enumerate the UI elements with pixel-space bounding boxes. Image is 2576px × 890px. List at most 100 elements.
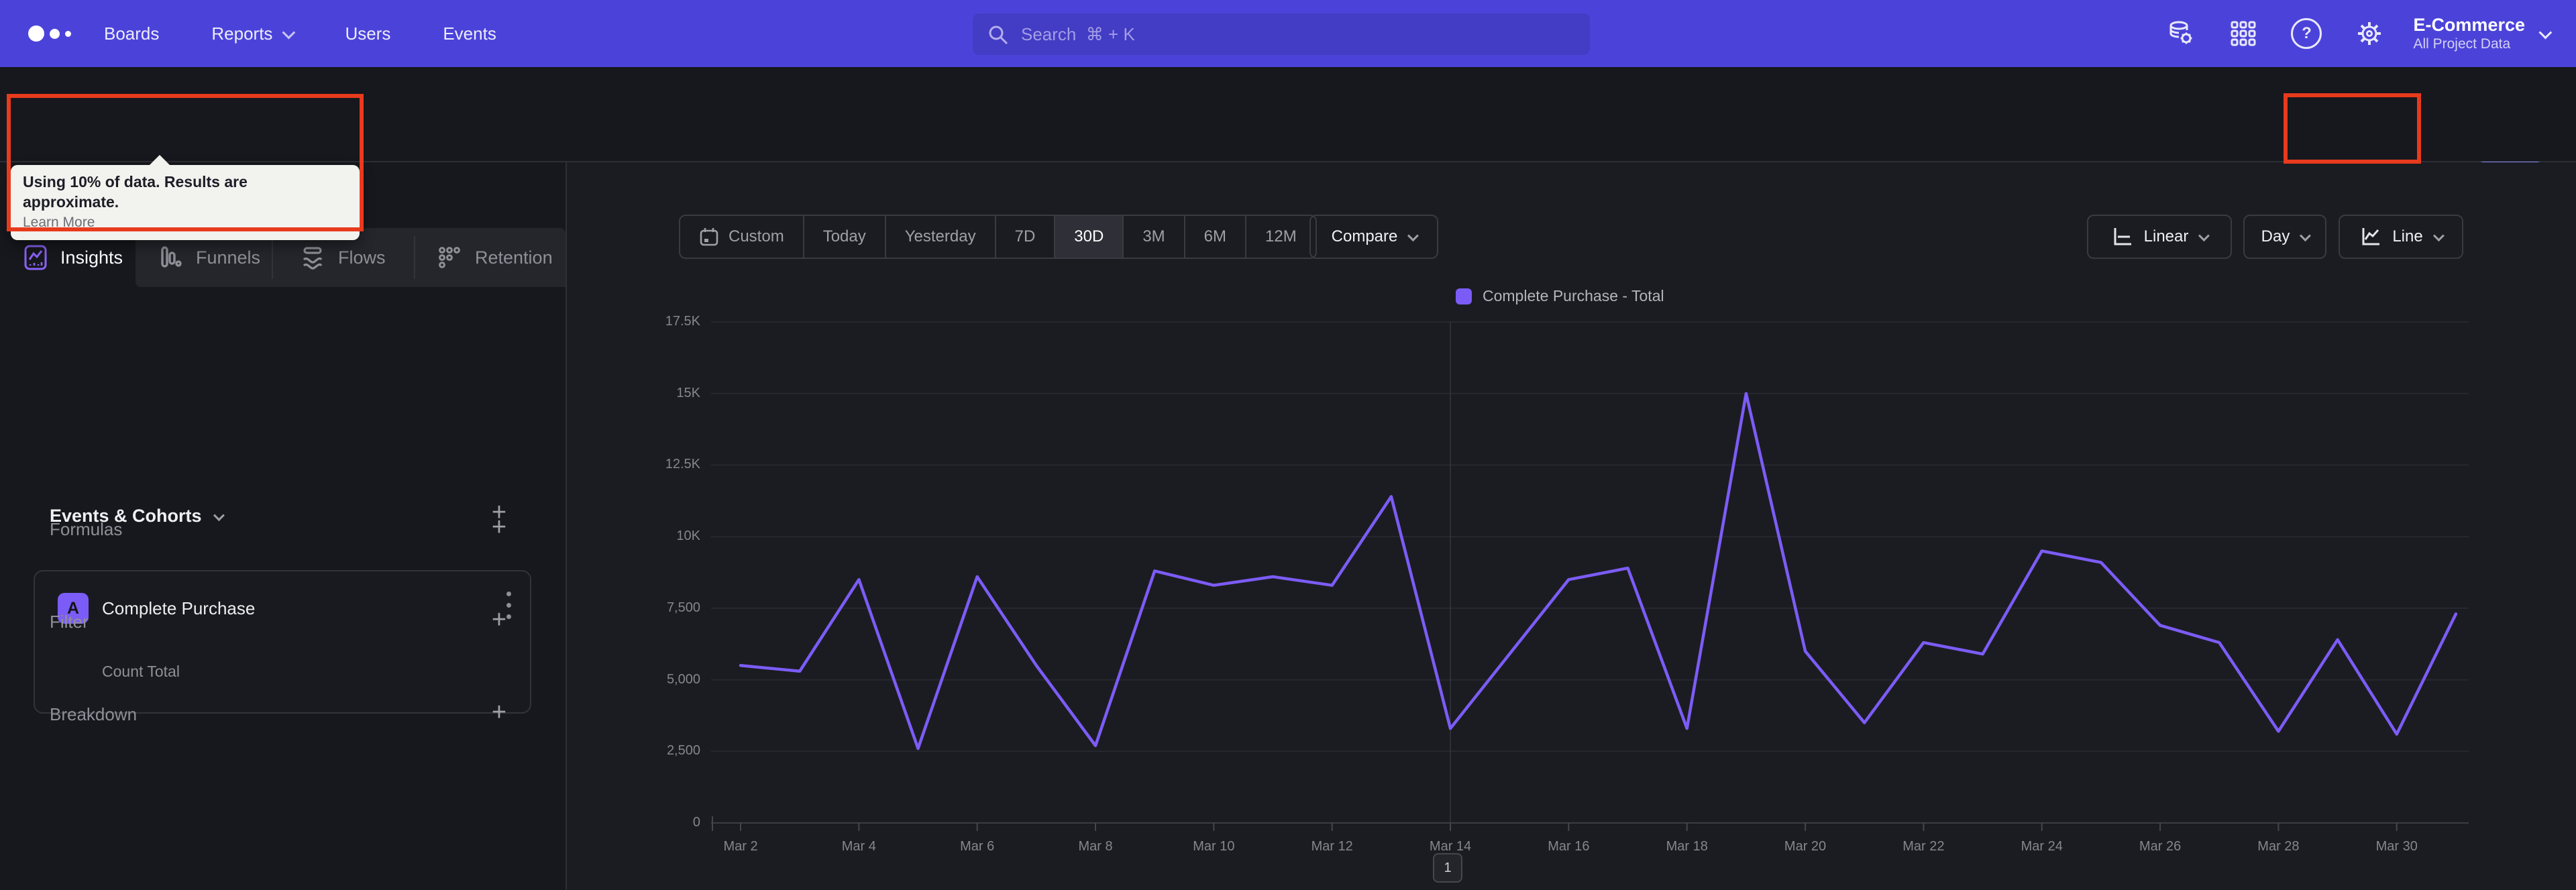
tab-retention[interactable]: Retention [437, 228, 553, 287]
section-label: Formulas [50, 519, 123, 539]
flows-icon [303, 247, 323, 270]
add-filter-button[interactable]: + [484, 605, 514, 634]
section-filter: Filter + [0, 602, 566, 643]
chart-type-selector[interactable]: Line [2339, 215, 2463, 259]
report-toolbar: Untitled Sampled + Add description... Sa… [0, 67, 2576, 207]
query-sidebar: Insights Funnels Flows Retention Events … [0, 162, 566, 890]
range-label: 6M [1203, 227, 1226, 245]
section-label: Breakdown [50, 704, 138, 724]
pagination-page-1[interactable]: 1 [1433, 853, 1462, 883]
tab-label: Funnels [196, 247, 261, 268]
project-switcher[interactable]: E-Commerce All Project Data [2413, 14, 2553, 53]
nav-item-label: Users [345, 23, 391, 44]
add-breakdown-button[interactable]: + [484, 698, 514, 727]
range-label: Today [822, 227, 866, 245]
mixpanel-logo-icon[interactable] [28, 0, 71, 67]
y-tick-label: 5,000 [666, 671, 700, 687]
sampling-tooltip: Using 10% of data. Results are approxima… [11, 155, 360, 240]
chevron-down-icon [2198, 230, 2210, 242]
range-today[interactable]: Today [804, 216, 886, 258]
retention-icon [439, 247, 460, 268]
scale-selector[interactable]: Linear [2087, 215, 2232, 259]
y-tick-label: 0 [692, 815, 700, 830]
apps-grid-icon[interactable] [2212, 0, 2275, 67]
calendar-icon [700, 228, 718, 246]
project-scope: All Project Data [2413, 36, 2511, 52]
event-metric[interactable]: Count Total [102, 663, 180, 681]
y-axis-labels: 0 2,500 5,000 7,500 10K 12.5K 15K 17.5K [590, 305, 700, 855]
x-tick-label: Mar 2 [723, 839, 758, 854]
nav-item-label: Events [443, 23, 496, 44]
range-label: Custom [729, 227, 784, 245]
nav-item-events[interactable]: Events [443, 23, 496, 44]
nav-item-boards[interactable]: Boards [104, 23, 159, 44]
x-tick-label: Mar 26 [2139, 839, 2182, 854]
search-icon [987, 24, 1009, 49]
tooltip-message: Using 10% of data. Results are approxima… [23, 173, 248, 211]
range-30d[interactable]: 30D [1055, 216, 1124, 258]
data-management-icon[interactable] [2149, 0, 2212, 67]
tooltip-learn-more-link[interactable]: Learn More [23, 215, 95, 231]
project-name: E-Commerce [2413, 15, 2525, 35]
help-icon[interactable]: ? [2275, 0, 2338, 67]
date-range-control: Custom Today Yesterday 7D 30D 3M 6M 12M [679, 215, 1317, 259]
section-label: Filter [50, 612, 89, 632]
x-tick-label: Mar 12 [1311, 839, 1353, 854]
help-glyph: ? [2302, 24, 2312, 42]
y-tick-label: 12.5K [665, 457, 700, 472]
linear-axis-icon [2114, 228, 2131, 245]
nav-item-users[interactable]: Users [345, 23, 390, 44]
y-tick-label: 2,500 [666, 743, 700, 759]
line-chart-svg [711, 321, 2469, 831]
range-label: 30D [1074, 227, 1104, 245]
nav-item-label: Boards [104, 23, 160, 44]
range-label: Yesterday [904, 227, 976, 245]
x-tick-label: Mar 8 [1078, 839, 1113, 854]
chevron-down-icon [2538, 25, 2553, 40]
range-yesterday[interactable]: Yesterday [886, 216, 996, 258]
x-tick-label: Mar 28 [2257, 839, 2300, 854]
chevron-down-icon [2432, 230, 2445, 242]
compare-label: Compare [1331, 227, 1398, 245]
search-input[interactable] [973, 13, 1590, 55]
range-custom[interactable]: Custom [680, 216, 804, 258]
range-label: 7D [1014, 227, 1036, 245]
x-tick-label: Mar 4 [841, 839, 876, 854]
x-tick-label: Mar 24 [2021, 839, 2063, 854]
legend-label: Complete Purchase - Total [1483, 287, 1664, 304]
range-6m[interactable]: 6M [1185, 216, 1246, 258]
nav-item-reports[interactable]: Reports [211, 23, 296, 44]
nav-right: ? E-Commerce All Project Data [2149, 0, 2576, 67]
x-tick-label: Mar 20 [1784, 839, 1827, 854]
insights-icon [24, 245, 47, 270]
range-3m[interactable]: 3M [1124, 216, 1185, 258]
x-tick-label: Mar 14 [1429, 839, 1472, 854]
chart-legend[interactable]: Complete Purchase - Total [1456, 287, 1664, 305]
add-formula-button[interactable]: + [484, 512, 514, 542]
chevron-down-icon [2300, 230, 2312, 242]
tab-label: Insights [60, 247, 123, 268]
y-tick-label: 17.5K [665, 314, 700, 329]
chevron-down-icon [282, 25, 296, 40]
series-complete-purchase-total[interactable] [739, 392, 2458, 750]
settings-gear-icon[interactable] [2338, 0, 2401, 67]
x-tick-label: Mar 10 [1193, 839, 1235, 854]
nav-item-label: Reports [211, 23, 273, 44]
granularity-selector[interactable]: Day [2243, 215, 2326, 259]
compare-button[interactable]: Compare [1309, 215, 1438, 259]
app-root: { "nav": { "items": [ {"label": "Boards"… [0, 0, 2576, 890]
line-chart-plot[interactable]: Mar 2 Mar 4 Mar 6 Mar 8 Mar 10 Mar 12 Mar 14 Ma… [711, 305, 2469, 882]
range-7d[interactable]: 7D [996, 216, 1056, 258]
primary-nav: Boards Reports Users Events [104, 0, 496, 67]
funnels-icon [161, 246, 182, 268]
tab-label: Retention [475, 247, 553, 268]
range-label: 12M [1265, 227, 1297, 245]
y-tick-label: 10K [676, 529, 700, 544]
range-label: 3M [1142, 227, 1165, 245]
range-12m[interactable]: 12M [1246, 216, 1316, 258]
y-tick-label: 7,500 [666, 600, 700, 615]
x-tick-label: Mar 30 [2375, 839, 2418, 854]
tab-label: Flows [338, 247, 386, 268]
section-formulas: Formulas + [0, 510, 566, 550]
tooltip-arrow [149, 155, 170, 166]
